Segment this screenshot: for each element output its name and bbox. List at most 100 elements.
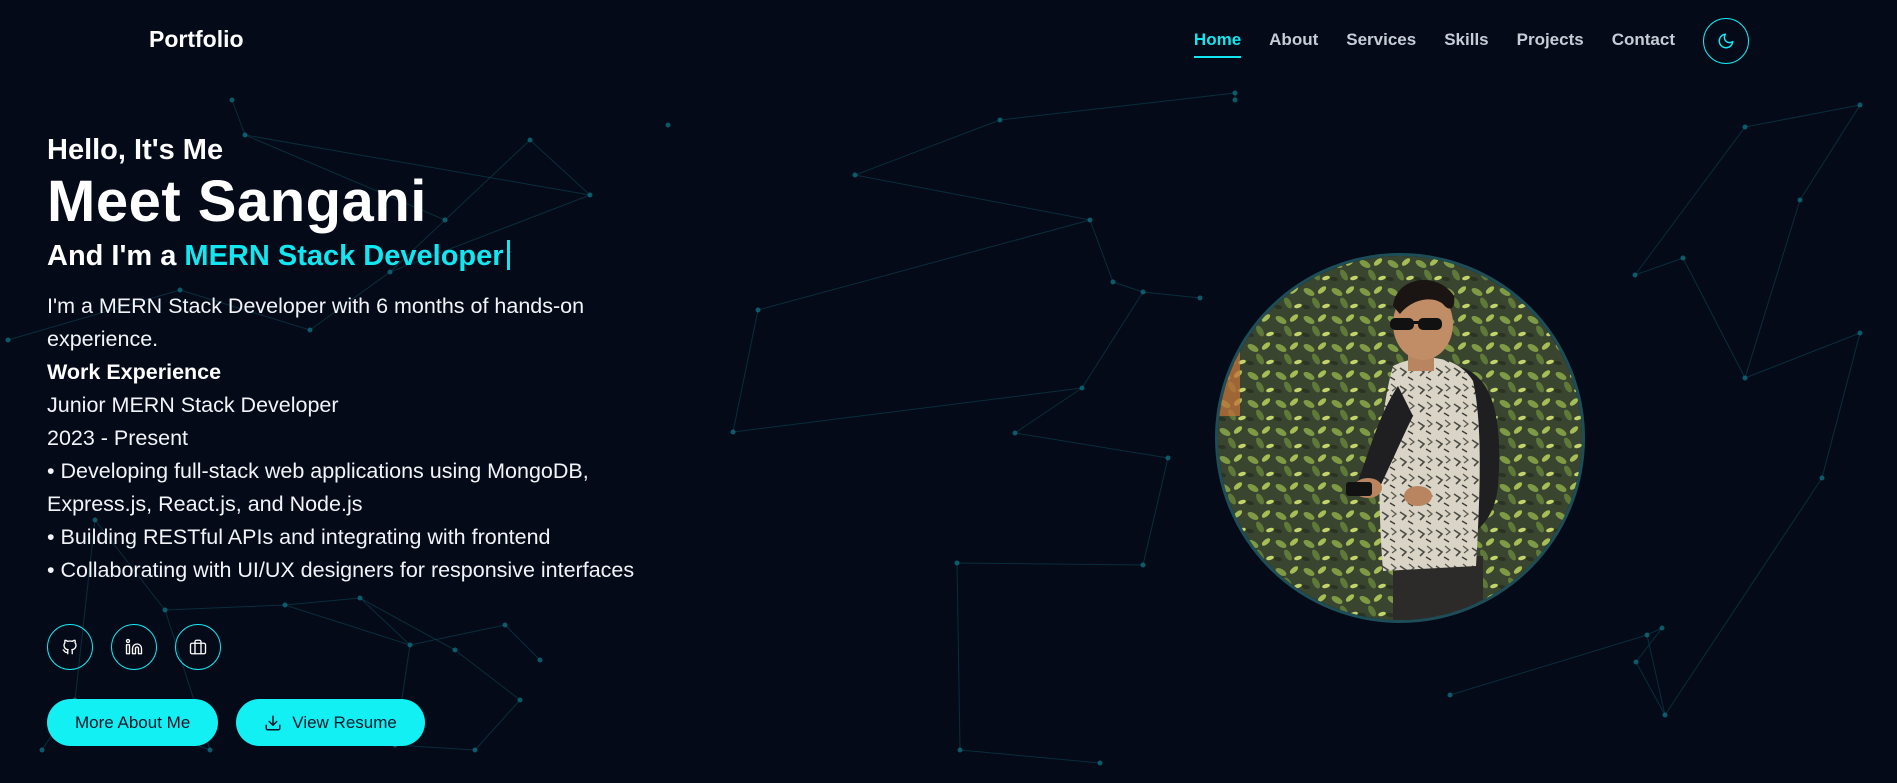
network-node <box>502 622 508 628</box>
network-node <box>39 747 45 753</box>
view-resume-button[interactable]: View Resume <box>236 699 425 746</box>
network-node <box>1097 760 1103 766</box>
network-line <box>854 119 1001 176</box>
nav-item-contact[interactable]: Contact <box>1612 30 1675 58</box>
network-node <box>1644 632 1650 638</box>
job-period: 2023 - Present <box>47 426 189 450</box>
network-line <box>1646 634 1666 716</box>
network-node <box>1140 562 1146 568</box>
network-line <box>1821 332 1861 479</box>
network-line <box>1449 634 1648 696</box>
nav-item-projects[interactable]: Projects <box>1517 30 1584 58</box>
hero-description: I'm a MERN Stack Developer with 6 months… <box>47 290 667 587</box>
network-line <box>1089 219 1114 283</box>
network-line <box>1112 281 1144 293</box>
experience-bullet: • Collaborating with UI/UX designers for… <box>47 558 635 582</box>
network-line <box>1664 477 1823 716</box>
network-line <box>1682 257 1746 379</box>
linkedin-icon <box>125 638 143 655</box>
network-line <box>1634 257 1684 276</box>
brand-logo-text[interactable]: Portfolio <box>149 26 244 53</box>
network-node <box>1680 255 1686 261</box>
network-node <box>452 647 458 653</box>
role-prefix: And I'm a <box>47 240 177 272</box>
typing-caret <box>506 240 510 270</box>
network-node <box>517 697 523 703</box>
network-line <box>999 92 1236 121</box>
network-node <box>755 307 761 313</box>
network-line <box>854 174 1091 221</box>
network-node <box>5 337 11 343</box>
nav-item-services[interactable]: Services <box>1346 30 1416 58</box>
linkedin-link[interactable] <box>111 624 157 670</box>
github-link[interactable] <box>47 624 93 670</box>
network-line <box>1635 661 1666 716</box>
network-line <box>231 99 246 136</box>
work-experience-heading: Work Experience <box>47 360 222 384</box>
top-navbar: Portfolio Home About Services Skills Pro… <box>0 0 1897 82</box>
nav-menu: Home About Services Skills Projects Cont… <box>1193 30 1675 58</box>
network-line <box>454 649 521 701</box>
nav-item-about[interactable]: About <box>1269 30 1318 58</box>
experience-bullet: • Developing full-stack web applications… <box>47 459 589 516</box>
network-line <box>504 624 541 661</box>
network-line <box>956 562 1144 566</box>
network-line <box>1014 432 1169 459</box>
network-node <box>1742 124 1748 130</box>
network-line <box>1744 104 1861 128</box>
hero-greeting: Hello, It's Me <box>47 134 224 166</box>
network-line <box>1744 199 1801 379</box>
network-line <box>1081 291 1144 389</box>
network-node <box>1232 90 1238 96</box>
network-node <box>407 642 413 648</box>
network-line <box>284 597 361 606</box>
network-line <box>959 749 1101 764</box>
job-title: Junior MERN Stack Developer <box>47 393 339 417</box>
network-node <box>852 172 858 178</box>
more-about-me-label: More About Me <box>75 712 191 732</box>
network-node <box>1742 375 1748 381</box>
network-node <box>229 97 235 103</box>
hero-section: Hello, It's Me Meet Sangani And I'm a ME… <box>47 132 747 587</box>
network-line <box>1142 291 1201 299</box>
network-line <box>1635 627 1663 663</box>
network-line <box>284 604 411 646</box>
network-node <box>1165 455 1171 461</box>
network-node <box>1140 289 1146 295</box>
theme-toggle-button[interactable] <box>1703 18 1749 64</box>
network-line <box>956 562 961 751</box>
portfolio-link[interactable] <box>175 624 221 670</box>
network-line <box>1744 332 1861 379</box>
profile-photo <box>1215 253 1585 623</box>
network-node <box>1079 385 1085 391</box>
nav-item-home[interactable]: Home <box>1193 30 1242 58</box>
network-node <box>1087 217 1093 223</box>
hero-role-line: And I'm a MERN Stack Developer <box>47 236 747 276</box>
network-node <box>357 595 363 601</box>
nav-item-skills[interactable]: Skills <box>1444 30 1488 58</box>
network-line <box>1634 126 1746 276</box>
network-node <box>1110 279 1116 285</box>
network-node <box>1197 295 1203 301</box>
network-node <box>1857 330 1863 336</box>
network-node <box>1857 102 1863 108</box>
hero-name: Meet Sangani <box>47 169 427 234</box>
network-node <box>1662 712 1668 718</box>
network-node <box>1012 430 1018 436</box>
network-node <box>282 602 288 608</box>
role-typed-text: MERN Stack Developer <box>184 240 504 272</box>
network-line <box>732 387 1083 433</box>
experience-bullet: • Building RESTful APIs and integrating … <box>47 525 551 549</box>
network-line <box>1799 104 1861 201</box>
briefcase-icon <box>189 639 207 655</box>
download-icon <box>265 715 281 730</box>
social-links <box>47 624 221 670</box>
network-node <box>162 607 168 613</box>
network-node <box>1659 625 1665 631</box>
network-node <box>1633 659 1639 665</box>
network-node <box>1447 692 1453 698</box>
more-about-me-button[interactable]: More About Me <box>47 699 219 746</box>
network-node <box>472 747 478 753</box>
network-node <box>954 560 960 566</box>
moon-icon <box>1718 33 1734 49</box>
